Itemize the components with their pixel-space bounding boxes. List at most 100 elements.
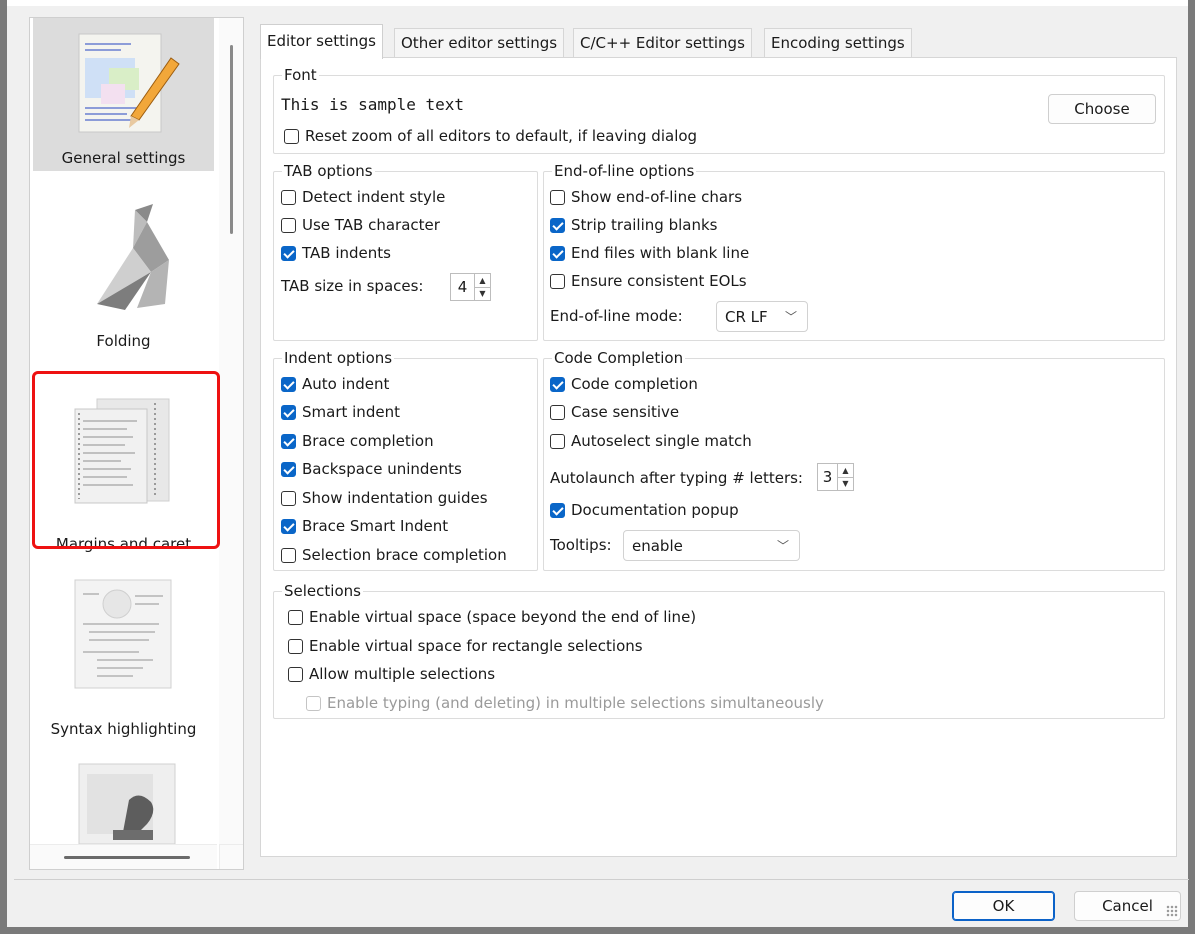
checkbox-label: TAB indents [302, 244, 391, 262]
checkbox-label: Smart indent [302, 403, 400, 421]
backspace-unindents-checkbox[interactable]: Backspace unindents [281, 460, 462, 478]
autolaunch-value[interactable]: 3 [817, 463, 837, 491]
indent-options-legend: Indent options [284, 349, 393, 367]
checkbox-label: Auto indent [302, 375, 390, 393]
selection-brace-completion-checkbox[interactable]: Selection brace completion [281, 546, 507, 564]
checkbox-box[interactable] [284, 128, 299, 144]
checkbox-label: Brace completion [302, 432, 434, 450]
checkbox-label: Brace Smart Indent [302, 517, 449, 535]
autoselect-single-match-checkbox[interactable]: Autoselect single match [550, 432, 752, 450]
tooltips-dropdown[interactable]: enable ﹀ [623, 530, 800, 561]
checkbox-label: Enable typing (and deleting) in multiple… [327, 694, 824, 712]
spinner-arrows[interactable]: ▲ ▼ [474, 273, 491, 301]
case-sensitive-checkbox[interactable]: Case sensitive [550, 403, 679, 421]
checkbox-box[interactable] [550, 217, 565, 233]
end-files-blank-line-checkbox[interactable]: End files with blank line [550, 244, 749, 262]
virtual-space-checkbox[interactable]: Enable virtual space (space beyond the e… [288, 608, 696, 626]
checkbox-box[interactable] [288, 609, 303, 625]
brace-completion-checkbox[interactable]: Brace completion [281, 432, 434, 450]
checkbox-box[interactable] [550, 433, 565, 449]
checkbox-label: Enable virtual space for rectangle selec… [309, 637, 643, 655]
documentation-popup-checkbox[interactable]: Documentation popup [550, 501, 739, 519]
checkbox-box[interactable] [281, 189, 296, 205]
category-list-horizontal-scrollbar[interactable] [30, 844, 217, 869]
use-tab-character-checkbox[interactable]: Use TAB character [281, 216, 440, 234]
category-list-vertical-scrollbar[interactable] [219, 18, 243, 869]
checkbox-label: Ensure consistent EOLs [571, 272, 747, 290]
show-indentation-guides-checkbox[interactable]: Show indentation guides [281, 489, 488, 507]
strip-trailing-blanks-checkbox[interactable]: Strip trailing blanks [550, 216, 717, 234]
spin-down-icon[interactable]: ▼ [838, 476, 853, 491]
ok-button[interactable]: OK [952, 891, 1055, 921]
checkbox-box[interactable] [281, 376, 296, 392]
tab-other-editor-settings[interactable]: Other editor settings [394, 28, 565, 58]
checkbox-box[interactable] [281, 518, 296, 534]
eol-mode-dropdown[interactable]: CR LF ﹀ [716, 301, 808, 332]
sidebar-item-folding[interactable]: Folding [33, 196, 214, 356]
tab-cpp-editor-settings[interactable]: C/C++ Editor settings [573, 28, 752, 58]
horizontal-scroll-thumb[interactable] [64, 856, 190, 859]
checkbox-label: Reset zoom of all editors to default, if… [305, 127, 698, 145]
checkbox-box[interactable] [281, 490, 296, 506]
eol-mode-value: CR LF [725, 307, 768, 326]
general-settings-icon [78, 33, 180, 133]
sidebar-item-syntax-highlighting[interactable]: Syntax highlighting [33, 570, 214, 740]
spin-up-icon[interactable]: ▲ [838, 464, 853, 477]
checkbox-box[interactable] [281, 404, 296, 420]
checkbox-box[interactable] [288, 638, 303, 654]
ensure-consistent-eols-checkbox[interactable]: Ensure consistent EOLs [550, 272, 747, 290]
checkbox-box[interactable] [550, 189, 565, 205]
allow-multiple-selections-checkbox[interactable]: Allow multiple selections [288, 665, 495, 683]
tab-encoding-settings[interactable]: Encoding settings [764, 28, 912, 58]
spinner-arrows[interactable]: ▲ ▼ [837, 463, 854, 491]
checkbox-box[interactable] [550, 376, 565, 392]
checkbox-box[interactable] [281, 547, 296, 563]
checkbox-box[interactable] [550, 273, 565, 289]
tooltips-label: Tooltips: [550, 536, 612, 554]
tab-editor-settings[interactable]: Editor settings [260, 24, 383, 59]
show-eol-chars-checkbox[interactable]: Show end-of-line chars [550, 188, 742, 206]
brace-smart-indent-checkbox[interactable]: Brace Smart Indent [281, 517, 448, 535]
title-bar-edge [7, 0, 1188, 6]
sidebar-item-next[interactable] [33, 756, 214, 846]
font-group-legend: Font [284, 66, 317, 84]
checkbox-box[interactable] [281, 461, 296, 477]
checkbox-label: Autoselect single match [571, 432, 752, 450]
resize-grip-icon[interactable] [1166, 905, 1178, 917]
checkbox-box[interactable] [550, 502, 565, 518]
checkbox-label: Enable virtual space (space beyond the e… [309, 608, 697, 626]
code-completion-legend: Code Completion [554, 349, 684, 367]
code-completion-checkbox[interactable]: Code completion [550, 375, 698, 393]
checkbox-label: Show indentation guides [302, 489, 488, 507]
spin-down-icon[interactable]: ▼ [475, 286, 490, 301]
tab-indents-checkbox[interactable]: TAB indents [281, 244, 391, 262]
detect-indent-style-checkbox[interactable]: Detect indent style [281, 188, 445, 206]
multi-selection-typing-checkbox: Enable typing (and deleting) in multiple… [306, 694, 824, 712]
checkbox-box[interactable] [550, 245, 565, 261]
sidebar-item-label: Syntax highlighting [50, 720, 197, 738]
tab-size-value[interactable]: 4 [450, 273, 474, 301]
autolaunch-spinner[interactable]: 3 ▲ ▼ [817, 463, 854, 491]
auto-indent-checkbox[interactable]: Auto indent [281, 375, 389, 393]
checkbox-label: Allow multiple selections [309, 665, 496, 683]
reset-zoom-checkbox[interactable]: Reset zoom of all editors to default, if… [284, 127, 697, 145]
checkbox-box[interactable] [281, 245, 296, 261]
folding-origami-icon [97, 204, 169, 310]
sidebar-item-label: Folding [96, 332, 151, 350]
cancel-button[interactable]: Cancel [1074, 891, 1181, 921]
smart-indent-checkbox[interactable]: Smart indent [281, 403, 400, 421]
choose-font-button[interactable]: Choose [1048, 94, 1156, 124]
checkbox-label: Strip trailing blanks [571, 216, 718, 234]
virtual-space-rectangle-checkbox[interactable]: Enable virtual space for rectangle selec… [288, 637, 643, 655]
checkbox-box[interactable] [281, 433, 296, 449]
checkbox-label: Documentation popup [571, 501, 739, 519]
vertical-scroll-thumb[interactable] [230, 45, 233, 234]
sidebar-item-general-settings[interactable]: General settings [33, 18, 214, 171]
checkbox-label: Case sensitive [571, 403, 680, 421]
spin-up-icon[interactable]: ▲ [475, 274, 490, 287]
settings-dialog: General settings Folding Margins and car… [0, 0, 1195, 934]
tab-size-spinner[interactable]: 4 ▲ ▼ [450, 273, 491, 301]
checkbox-box[interactable] [550, 404, 565, 420]
checkbox-box[interactable] [281, 217, 296, 233]
checkbox-box[interactable] [288, 666, 303, 682]
